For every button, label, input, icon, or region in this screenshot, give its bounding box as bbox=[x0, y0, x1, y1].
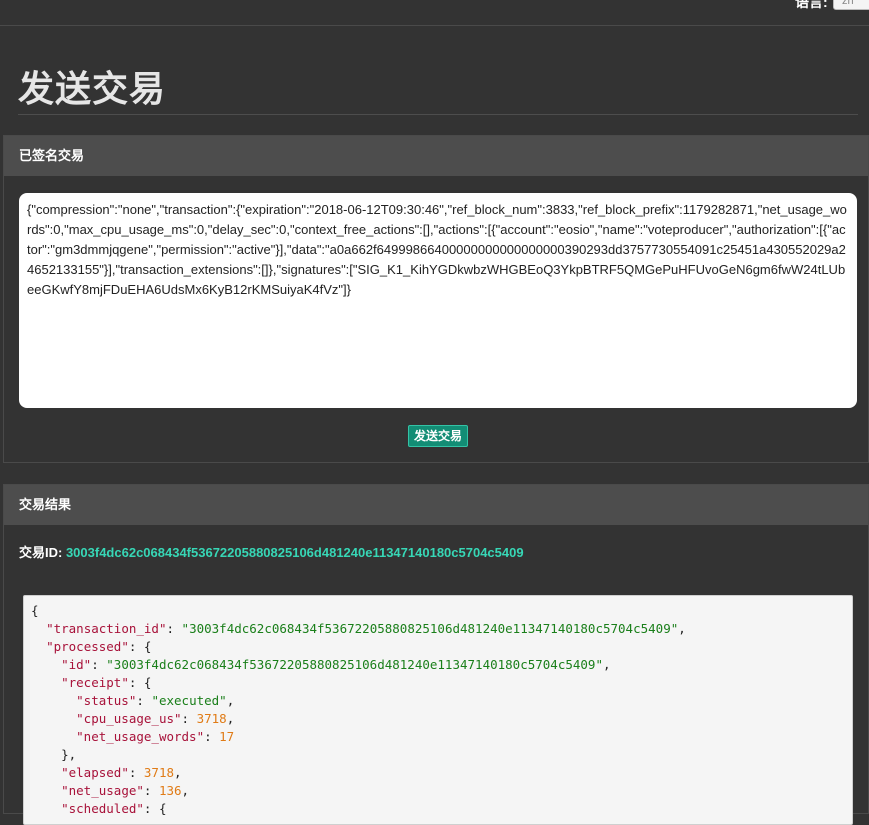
signed-transaction-heading: 已签名交易 bbox=[4, 136, 868, 176]
json-token: , bbox=[226, 711, 235, 726]
json-line: "transaction_id": "3003f4dc62c068434f536… bbox=[31, 620, 852, 638]
json-token: 3718 bbox=[196, 711, 227, 726]
json-line: }, bbox=[31, 746, 852, 764]
json-token: : { bbox=[128, 639, 152, 654]
json-line: "net_usage": 136, bbox=[31, 782, 852, 800]
json-token: : bbox=[128, 765, 144, 780]
json-line: "processed": { bbox=[31, 638, 852, 656]
json-line: { bbox=[31, 602, 852, 620]
json-line: "status": "executed", bbox=[31, 692, 852, 710]
signed-transaction-panel: 已签名交易 {"compression":"none","transaction… bbox=[3, 135, 869, 463]
json-token: "net_usage_words" bbox=[76, 729, 205, 744]
json-token: "status" bbox=[76, 693, 137, 708]
transaction-result-json: { "transaction_id": "3003f4dc62c068434f5… bbox=[23, 595, 853, 825]
json-token: "transaction_id" bbox=[46, 621, 167, 636]
json-line: "id": "3003f4dc62c068434f536722058808251… bbox=[31, 656, 852, 674]
page-title: 发送交易 bbox=[18, 68, 167, 109]
language-label: 语言: bbox=[795, 0, 828, 10]
transaction-id-value: 3003f4dc62c068434f53672205880825106d4812… bbox=[65, 545, 524, 560]
title-divider bbox=[18, 114, 858, 115]
json-token: : bbox=[91, 657, 107, 672]
json-token: , bbox=[226, 693, 235, 708]
json-token: , bbox=[174, 765, 182, 780]
transaction-id-label: 交易ID: bbox=[19, 545, 66, 560]
send-transaction-button[interactable]: 发送交易 bbox=[408, 425, 468, 447]
transaction-result-heading: 交易结果 bbox=[4, 485, 868, 525]
json-token: "cpu_usage_us" bbox=[76, 711, 182, 726]
json-token: "receipt" bbox=[61, 675, 129, 690]
json-token: "3003f4dc62c068434f53672205880825106d481… bbox=[106, 657, 603, 672]
json-token: "id" bbox=[61, 657, 92, 672]
json-token: , bbox=[678, 621, 686, 636]
language-select[interactable]: zh bbox=[833, 0, 869, 10]
json-token: : bbox=[166, 621, 182, 636]
json-line: "cpu_usage_us": 3718, bbox=[31, 710, 852, 728]
top-bar: 语言: zh bbox=[0, 0, 869, 26]
json-token: : bbox=[204, 729, 220, 744]
json-token: "processed" bbox=[46, 639, 129, 654]
json-token: : bbox=[181, 711, 197, 726]
json-token: , bbox=[602, 657, 611, 672]
transaction-result-panel: 交易结果 交易ID: 3003f4dc62c068434f53672205880… bbox=[3, 484, 869, 825]
json-token: "elapsed" bbox=[61, 765, 129, 780]
json-token: 3718 bbox=[143, 765, 175, 780]
json-token: "net_usage" bbox=[61, 783, 144, 798]
json-token: : { bbox=[143, 801, 167, 816]
json-token: "executed" bbox=[151, 693, 227, 708]
json-line: "receipt": { bbox=[31, 674, 852, 692]
json-line: "net_usage_words": 17 bbox=[31, 728, 852, 746]
json-token: : bbox=[143, 783, 159, 798]
json-token: }, bbox=[61, 747, 77, 762]
json-token: 136 bbox=[158, 783, 182, 798]
json-line: "scheduled": { bbox=[31, 800, 852, 818]
signed-transaction-textarea[interactable]: {"compression":"none","transaction":{"ex… bbox=[19, 193, 857, 408]
json-token: : bbox=[136, 693, 152, 708]
transaction-id-line: 交易ID: 3003f4dc62c068434f5367220588082510… bbox=[19, 542, 524, 561]
json-line: "elapsed": 3718, bbox=[31, 764, 852, 782]
json-token: { bbox=[31, 603, 39, 618]
json-token: 17 bbox=[219, 729, 235, 744]
language-select-value: zh bbox=[842, 0, 854, 7]
json-token: : { bbox=[128, 675, 152, 690]
json-token: "scheduled" bbox=[61, 801, 144, 816]
json-token: "3003f4dc62c068434f53672205880825106d481… bbox=[181, 621, 679, 636]
json-token: , bbox=[181, 783, 190, 798]
